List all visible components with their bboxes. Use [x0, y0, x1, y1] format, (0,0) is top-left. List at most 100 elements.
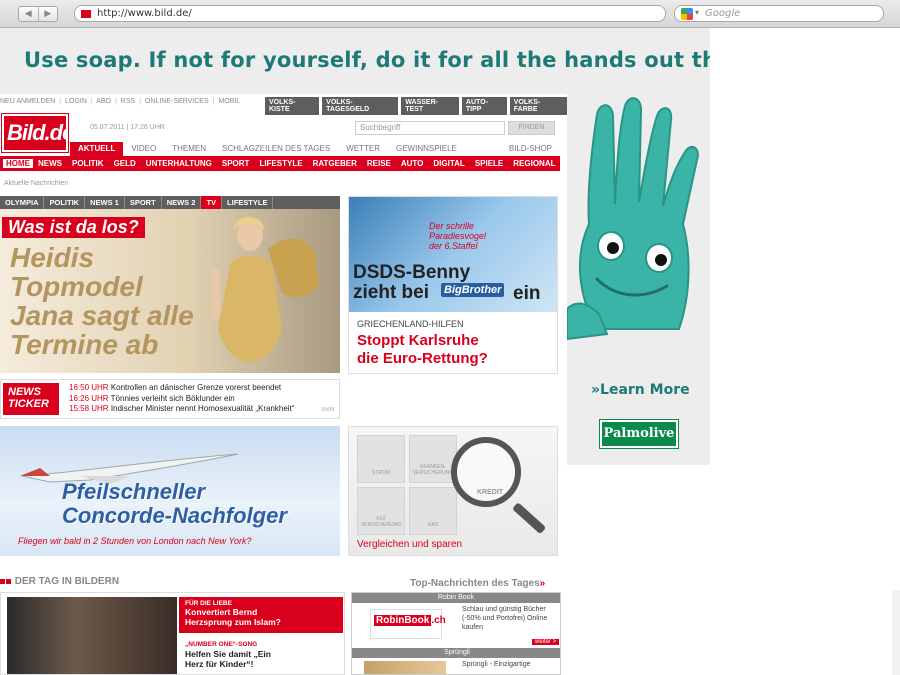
nav-geld[interactable]: GELD	[109, 159, 141, 168]
tab-themen[interactable]: THEMEN	[164, 142, 214, 156]
date-time: 05.07.2011 | 17:26 UHR	[90, 124, 165, 131]
nav-auto[interactable]: AUTO	[396, 159, 429, 168]
nav-spiele[interactable]: SPIELE	[470, 159, 508, 168]
bilder-teaser[interactable]: FÜR DIE LIEBE Konvertiert Bernd Herzspru…	[0, 592, 345, 675]
top-link[interactable]: MOBIL	[218, 98, 240, 105]
ticker-item[interactable]: 15:58 UHR Indischer Minister nennt Homos…	[69, 404, 314, 415]
bilder-kicker-2: „NUMBER ONE“-SONG	[185, 641, 258, 648]
bild-logo[interactable]: Bild.de	[1, 113, 74, 153]
back-button[interactable]: ◀	[19, 7, 39, 21]
tab-gewinnspiele[interactable]: GEWINNSPIELE	[388, 142, 465, 156]
service-tab[interactable]: VOLKS-KISTE	[265, 97, 320, 115]
nav-lifestyle[interactable]: LIFESTYLE	[254, 159, 307, 168]
bild-page: NEU ANMELDEN | LOGIN | ABO | RSS | ONLINE-SE…	[0, 94, 567, 675]
teaser-tab[interactable]: NEWS 1	[85, 196, 125, 209]
nav-politik[interactable]: POLITIK	[67, 159, 109, 168]
site-search-input[interactable]: Suchbegriff	[355, 121, 505, 135]
browser-search-field[interactable]: ▾ Google	[674, 5, 884, 22]
bilder-headline[interactable]: Konvertiert Bernd Herzsprung zum Islam?	[185, 607, 337, 627]
tab-schlagzeilen[interactable]: SCHLAGZEILEN DES TAGES	[214, 142, 338, 156]
service-tabs: VOLKS-KISTE VOLKS-TAGESGELD WASSER-TEST …	[265, 97, 567, 115]
google-icon	[681, 8, 693, 20]
dsds-tag: Der schrille Paradiesvogel der 6.Staffel	[429, 221, 487, 251]
ad-skyscraper[interactable]: »Learn More Palmolive	[567, 94, 710, 465]
ticker-label: NEWS TICKER	[3, 383, 59, 415]
model-photo	[212, 217, 319, 362]
compare-gas[interactable]: GAS	[409, 487, 457, 535]
top-news-title[interactable]: Top-Nachrichten des Tages»	[410, 578, 545, 589]
nav-home[interactable]: HOME	[3, 159, 33, 168]
nav-unterhaltung[interactable]: UNTERHALTUNG	[141, 159, 217, 168]
service-tab[interactable]: WASSER-TEST	[401, 97, 459, 115]
top-link[interactable]: ONLINE-SERVICES	[145, 98, 209, 105]
greece-kicker: GRIECHENLAND-HILFEN	[357, 319, 464, 329]
address-bar[interactable]: http://www.bild.de/	[74, 5, 666, 22]
ticker-time: 16:50 UHR	[69, 383, 109, 392]
ticker-item[interactable]: 16:26 UHR Tönnies verleiht sich Böklunde…	[69, 394, 314, 405]
favicon-icon	[81, 10, 91, 18]
learn-more-link[interactable]: »Learn More	[591, 382, 690, 398]
nav-reise[interactable]: REISE	[362, 159, 396, 168]
teaser-tab[interactable]: POLITIK	[44, 196, 86, 209]
tab-bild-shop[interactable]: BILD-SHOP	[501, 142, 560, 156]
hero-kicker: Was ist da los?	[2, 217, 145, 238]
robinbook-logo[interactable]: RobinBook .ch	[370, 609, 446, 639]
ticker-time: 16:26 UHR	[69, 393, 109, 403]
service-tab[interactable]: AUTO-TIPP	[461, 97, 507, 115]
teaser-tab[interactable]: OLYMPIA	[0, 196, 45, 209]
hero-teaser[interactable]: Was ist da los? Heidis Topmodel Jana sag…	[0, 209, 340, 373]
tab-wetter[interactable]: WETTER	[338, 142, 388, 156]
bilder-photo	[7, 597, 177, 674]
nav-ratgeber[interactable]: RATGEBER	[308, 159, 362, 168]
ticker-more-link[interactable]: mehr	[321, 407, 335, 413]
ad-banner[interactable]: Use soap. If not for yourself, do it for…	[0, 28, 765, 94]
browser-toolbar: ◀ ▶ http://www.bild.de/ ▾ Google	[0, 0, 900, 28]
partner-box: Robin Book RobinBook .ch Schlau und günst…	[351, 592, 561, 675]
service-tab[interactable]: VOLKS-TAGESGELD	[322, 97, 399, 115]
blank-area	[710, 28, 900, 675]
dsds-headline-end: ein	[513, 283, 541, 304]
url-text: http://www.bild.de/	[97, 8, 192, 19]
robinbook-text[interactable]: Schlau und günstig Bücher (-50% und Port…	[462, 605, 560, 632]
spruengli-text[interactable]: Sprüngli - Einzigartige	[462, 661, 530, 668]
weiter-button[interactable]: weiter >	[532, 639, 560, 645]
comparison-widget[interactable]: STROM KRANKEN- VERSICHERUNG KFZ VERSICHE…	[348, 426, 558, 556]
partner-heading-2: Sprüngli	[352, 648, 560, 658]
top-link[interactable]: NEU ANMELDEN	[0, 98, 55, 105]
ticker-item[interactable]: 16:50 UHR Kontrollen an dänischer Grenze…	[69, 383, 314, 394]
teaser-tab[interactable]: SPORT	[125, 196, 162, 209]
nav-news[interactable]: NEWS	[33, 159, 67, 168]
teaser-tab[interactable]: NEWS 2	[162, 196, 202, 209]
nav-sport[interactable]: SPORT	[217, 159, 255, 168]
teaser-tab-active[interactable]: TV	[201, 196, 223, 209]
concorde-teaser[interactable]: Pfeilschneller Concorde-Nachfolger Flieg…	[0, 426, 340, 556]
compare-title[interactable]: Vergleichen und sparen	[357, 539, 462, 550]
compare-kfz[interactable]: KFZ VERSICHERUNG	[357, 487, 405, 535]
chevron-down-icon[interactable]: ▾	[695, 8, 699, 17]
compare-krankenversicherung[interactable]: KRANKEN- VERSICHERUNG	[409, 435, 457, 483]
find-button[interactable]: FINDEN	[508, 121, 555, 135]
palmolive-logo[interactable]: Palmolive	[599, 419, 679, 449]
concorde-subline: Fliegen wir bald in 2 Stunden von London…	[18, 536, 252, 546]
bilder-headline-2[interactable]: Helfen Sie damit „Ein Herz für Kinder“!	[185, 649, 271, 669]
compare-kredit[interactable]: KREDIT	[477, 489, 503, 496]
teaser-tab[interactable]: LIFESTYLE	[222, 196, 274, 209]
compare-strom[interactable]: STROM	[357, 435, 405, 483]
service-tab[interactable]: VOLKS-FARBE	[509, 97, 567, 115]
top-link[interactable]: LOGIN	[65, 98, 87, 105]
nav-regional[interactable]: REGIONAL	[508, 159, 560, 168]
greece-headline[interactable]: Stoppt Karlsruhe die Euro-Rettung?	[357, 332, 488, 368]
partner-heading: Robin Book	[352, 593, 560, 603]
tab-video[interactable]: VIDEO	[123, 142, 164, 156]
forward-button[interactable]: ▶	[39, 7, 58, 21]
top-link[interactable]: ABO	[96, 98, 111, 105]
spruengli-image[interactable]	[364, 661, 446, 674]
magnifier-icon	[451, 437, 521, 507]
dsds-teaser[interactable]: Der schrille Paradiesvogel der 6.Staffel…	[348, 196, 558, 374]
nav-digital[interactable]: DIGITAL	[428, 159, 469, 168]
section-nav: HOME NEWS POLITIK GELD UNTERHALTUNG SPOR…	[0, 156, 560, 171]
magnifier-handle	[511, 502, 547, 535]
concorde-headline: Pfeilschneller Concorde-Nachfolger	[62, 479, 287, 528]
tab-aktuell[interactable]: AKTUELL	[70, 142, 124, 156]
top-link[interactable]: RSS	[121, 98, 135, 105]
